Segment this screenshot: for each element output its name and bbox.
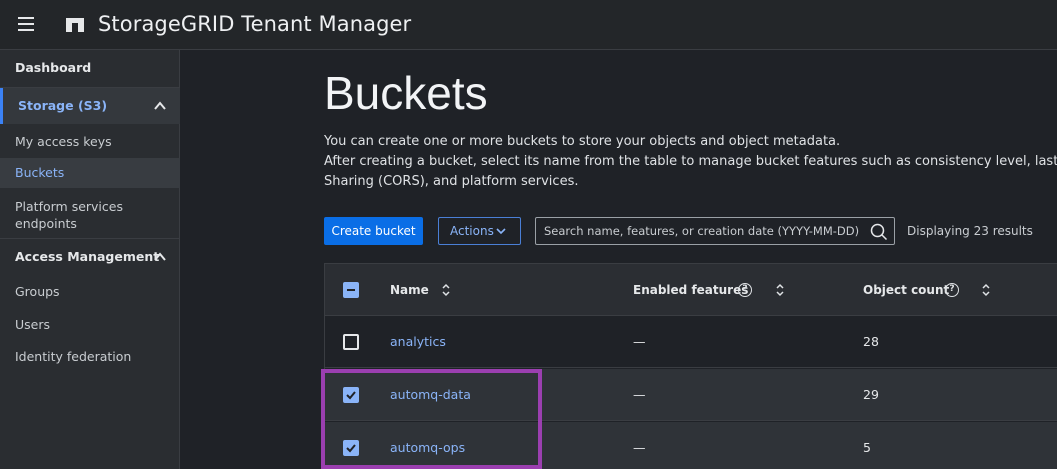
sort-icon[interactable] [775, 283, 785, 297]
sidebar-item-users[interactable]: Users [0, 317, 180, 332]
sidebar-item-groups[interactable]: Groups [0, 284, 180, 299]
bucket-name-link[interactable]: automq-ops [390, 440, 465, 456]
hamburger-icon[interactable] [18, 17, 34, 31]
select-all-checkbox[interactable] [343, 282, 359, 298]
sidebar-item-identity-federation[interactable]: Identity federation [0, 349, 180, 364]
sidebar-item-dashboard[interactable]: Dashboard [0, 60, 180, 75]
search-input[interactable] [536, 218, 866, 244]
search-box [535, 217, 895, 245]
sidebar-item-access-management[interactable]: Access Management [0, 249, 180, 267]
chevron-up-icon [154, 252, 166, 261]
chevron-down-icon [496, 228, 506, 235]
create-bucket-button[interactable]: Create bucket [324, 217, 423, 245]
app-title: StorageGRID Tenant Manager [98, 12, 412, 36]
indeterminate-icon [347, 289, 355, 291]
page-description: You can create one or more buckets to st… [324, 134, 841, 149]
table-row[interactable]: automq-data — 29 [325, 369, 1057, 421]
sidebar-item-label: endpoints [15, 216, 77, 231]
object-count-value: 29 [863, 387, 879, 402]
actions-label: Actions [450, 224, 494, 238]
table-row[interactable]: analytics — 28 [325, 316, 1057, 368]
table-header: Name Enabled features ? Object count ? [325, 264, 1057, 316]
bucket-name-link[interactable]: automq-data [390, 387, 471, 403]
checkmark-icon [346, 391, 356, 400]
row-checkbox[interactable] [343, 334, 359, 350]
sidebar-item-platform-services[interactable]: Platform services endpoints [0, 198, 180, 232]
page-description: Sharing (CORS), and platform services. [324, 174, 579, 189]
enabled-features-value: — [633, 440, 646, 455]
object-count-value: 5 [863, 440, 871, 455]
row-checkbox[interactable] [343, 440, 359, 456]
sidebar-item-label: Storage (S3) [18, 98, 108, 113]
sidebar-item-buckets[interactable]: Buckets [0, 158, 180, 188]
sidebar-item-access-keys[interactable]: My access keys [0, 134, 180, 149]
column-name-header[interactable]: Name [390, 282, 429, 298]
enabled-features-value: — [633, 334, 646, 349]
object-count-value: 28 [863, 334, 879, 349]
column-features-header[interactable]: Enabled features [633, 282, 748, 298]
netapp-logo-icon [66, 18, 84, 32]
bucket-name-link[interactable]: analytics [390, 334, 446, 350]
row-checkbox[interactable] [343, 387, 359, 403]
page-description: After creating a bucket, select its name… [324, 154, 1057, 169]
results-count: Displaying 23 results [907, 224, 1033, 238]
search-icon[interactable] [870, 223, 888, 241]
divider [0, 238, 180, 239]
sort-icon[interactable] [981, 283, 991, 297]
top-bar: StorageGRID Tenant Manager [0, 0, 1057, 50]
checkmark-icon [346, 444, 356, 453]
help-icon[interactable]: ? [738, 283, 752, 297]
table-row[interactable]: automq-ops — 5 [325, 422, 1057, 469]
chevron-up-icon [154, 101, 166, 110]
enabled-features-value: — [633, 387, 646, 402]
sidebar-item-label: Platform services [15, 199, 123, 214]
actions-button[interactable]: Actions [438, 217, 521, 245]
sidebar-item-label: Access Management [15, 249, 160, 264]
sidebar-item-storage[interactable]: Storage (S3) [0, 88, 180, 124]
page-title: Buckets [324, 67, 488, 119]
sort-icon[interactable] [441, 283, 451, 297]
column-object-count-header[interactable]: Object count [863, 282, 949, 298]
buckets-table: Name Enabled features ? Object count ? a… [324, 263, 1057, 469]
help-icon[interactable]: ? [945, 283, 959, 297]
sidebar: Dashboard Storage (S3) My access keys Bu… [0, 50, 180, 469]
